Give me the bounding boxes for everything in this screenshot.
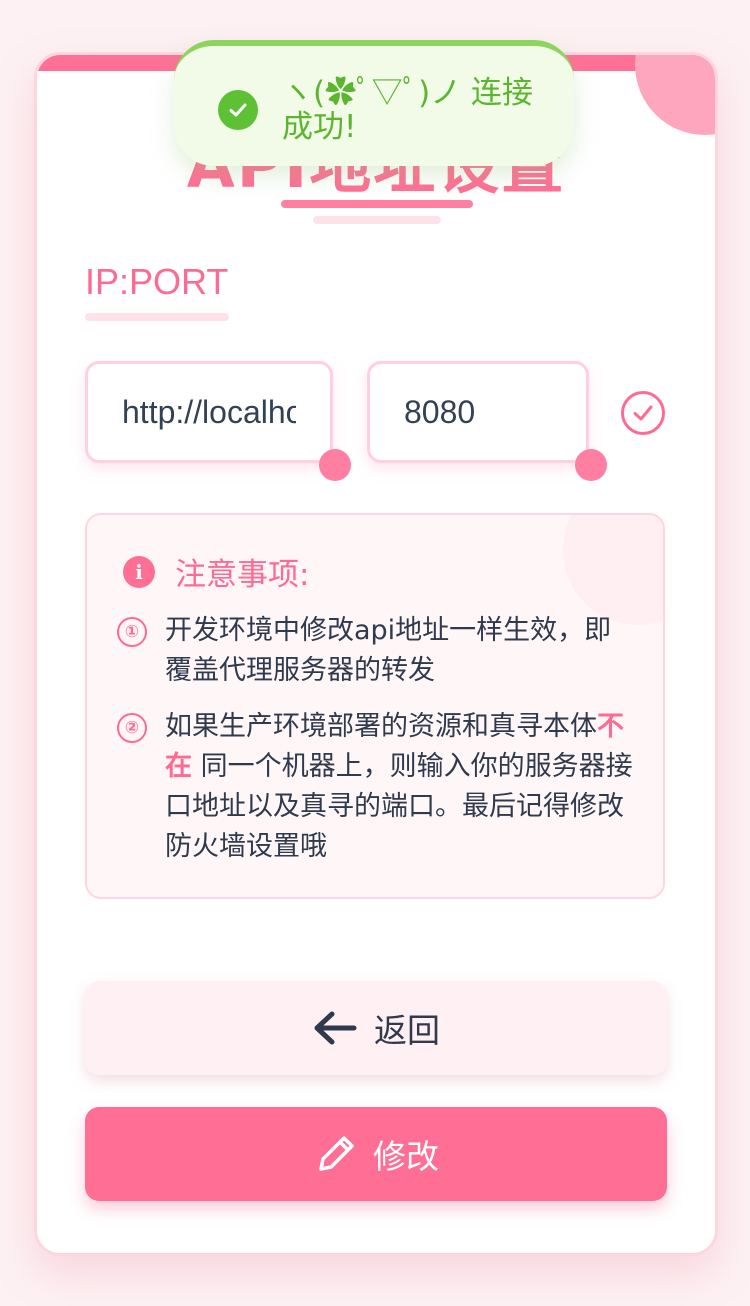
success-check-icon bbox=[218, 90, 258, 130]
host-input[interactable] bbox=[88, 364, 330, 460]
back-button-label: 返回 bbox=[374, 1011, 440, 1050]
title-underline-secondary bbox=[313, 216, 441, 224]
port-input-dot bbox=[575, 449, 607, 481]
notice-item-2: ② 如果生产环境部署的资源和真寻本体不在 同一个机器上，则输入你的服务器接口地址… bbox=[117, 707, 635, 867]
notice-item-2-text: 如果生产环境部署的资源和真寻本体不在 同一个机器上，则输入你的服务器接口地址以及… bbox=[165, 707, 635, 867]
notice-title: 注意事项: bbox=[175, 557, 310, 593]
port-input-wrapper bbox=[367, 361, 589, 463]
host-input-wrapper bbox=[85, 361, 333, 463]
number-1-icon: ① bbox=[117, 617, 147, 647]
notice-item-2-prefix: 如果生产环境部署的资源和真寻本体 bbox=[165, 711, 597, 742]
back-button[interactable]: 返回 bbox=[85, 981, 667, 1075]
number-2-icon: ② bbox=[117, 713, 147, 743]
test-connection-button[interactable] bbox=[621, 391, 665, 435]
notice-item-2-suffix: 同一个机器上，则输入你的服务器接口地址以及真寻的端口。最后记得修改防火墙设置哦 bbox=[165, 751, 633, 862]
notice-decoration bbox=[563, 515, 663, 625]
edit-button[interactable]: 修改 bbox=[85, 1107, 667, 1201]
toast-message: ヽ(✿ﾟ▽ﾟ)ノ 连接成功! bbox=[282, 75, 534, 145]
info-icon: i bbox=[123, 555, 155, 588]
label-underline bbox=[85, 313, 229, 321]
ip-port-label: IP:PORT bbox=[85, 261, 229, 302]
success-toast: ヽ(✿ﾟ▽ﾟ)ノ 连接成功! bbox=[174, 40, 574, 166]
notice-item-1-text: 开发环境中修改api地址一样生效，即覆盖代理服务器的转发 bbox=[165, 615, 612, 686]
host-input-dot bbox=[319, 449, 351, 481]
port-input[interactable] bbox=[370, 364, 586, 460]
arrow-left-icon bbox=[314, 1011, 357, 1045]
title-underline bbox=[281, 200, 473, 208]
notice-header: i 注意事项: bbox=[123, 549, 309, 594]
notice-box: i 注意事项: ① 开发环境中修改api地址一样生效，即覆盖代理服务器的转发 ②… bbox=[85, 513, 665, 899]
check-icon bbox=[633, 405, 653, 421]
pencil-icon bbox=[319, 1136, 354, 1171]
notice-item-1: ① 开发环境中修改api地址一样生效，即覆盖代理服务器的转发 bbox=[117, 611, 635, 691]
settings-card: API地址设置 IP:PORT i 注意事项: ① 开发环境中修改api地址一样… bbox=[34, 52, 718, 1256]
edit-button-label: 修改 bbox=[373, 1137, 439, 1176]
